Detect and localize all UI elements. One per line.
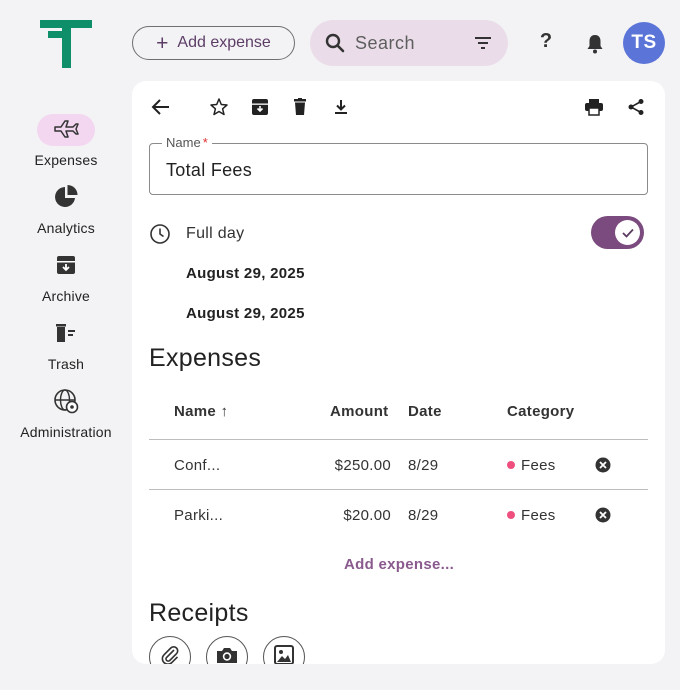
check-icon [615,220,640,245]
column-header-date[interactable]: Date [408,403,442,420]
archive-icon[interactable] [248,95,272,119]
expense-amount: $20.00 [343,507,391,524]
expense-detail-card: Name* Full day August 29, 2025 August 29… [132,81,665,664]
expense-category: Fees [507,507,556,524]
clock-icon [149,223,171,245]
back-arrow-icon[interactable] [149,95,173,119]
sidebar-item-trash[interactable]: Trash [0,318,132,372]
expense-name: Parki... [174,507,224,524]
search-icon [324,32,346,54]
column-header-category[interactable]: Category [507,403,574,420]
search-bar[interactable] [310,20,508,66]
category-color-dot [507,461,515,470]
take-photo-button[interactable] [206,636,248,664]
sort-arrow-up-icon: ↑ [220,403,229,420]
expense-category: Fees [507,457,556,474]
notifications-bell-icon[interactable] [583,32,607,56]
required-mark: * [202,135,208,150]
remove-expense-icon[interactable] [595,457,611,473]
sidebar-item-label: Archive [41,288,91,304]
category-color-dot [507,511,515,520]
sidebar-item-administration[interactable]: Administration [0,386,132,440]
expense-date: 8/29 [408,457,439,474]
upload-image-button[interactable] [263,636,305,664]
name-input[interactable] [166,160,626,181]
star-icon[interactable] [207,95,231,119]
camera-icon [215,644,239,665]
archive-icon [55,254,77,279]
attach-file-button[interactable] [149,636,191,664]
print-icon[interactable] [582,95,606,119]
sidebar-item-label: Administration [20,424,112,440]
expense-amount: $250.00 [334,457,391,474]
add-expense-button[interactable]: + Add expense [132,26,295,60]
column-header-amount[interactable]: Amount [330,403,388,420]
sidebar-item-label: Expenses [34,152,98,168]
filter-icon[interactable] [472,32,494,54]
airplane-icon [53,118,79,143]
sidebar-item-label: Analytics [37,220,95,236]
search-input[interactable] [355,32,465,54]
table-row[interactable]: Parki... $20.00 8/29 Fees [149,490,648,540]
sidebar-item-expenses[interactable]: Expenses [0,114,132,168]
trash-list-icon [54,322,78,347]
user-avatar[interactable]: TS [623,22,665,64]
name-field[interactable]: Name * [149,135,648,195]
table-row[interactable]: Conf... $250.00 8/29 Fees [149,440,648,490]
full-day-label: Full day [186,225,245,242]
expense-name: Conf... [174,457,221,474]
add-expense-link[interactable]: Add expense... [344,556,454,573]
full-day-toggle[interactable] [591,216,644,249]
column-header-name[interactable]: Name ↑ [174,403,228,420]
expenses-section-title: Expenses [149,344,262,372]
expense-date: 8/29 [408,507,439,524]
share-icon[interactable] [624,95,648,119]
end-date[interactable]: August 29, 2025 [186,305,305,322]
app-logo [38,18,94,70]
paperclip-icon [159,644,181,664]
image-icon [273,644,295,664]
help-button[interactable]: ? [534,30,558,58]
plus-icon: + [156,31,169,55]
sidebar-item-label: Trash [47,356,85,372]
sidebar-item-analytics[interactable]: Analytics [0,182,132,236]
add-expense-label: Add expense [177,34,271,51]
start-date[interactable]: August 29, 2025 [186,265,305,282]
sidebar-item-archive[interactable]: Archive [0,250,132,304]
receipts-section-title: Receipts [149,599,249,627]
remove-expense-icon[interactable] [595,507,611,523]
name-field-label: Name * [162,135,212,150]
globe-gear-icon [52,387,80,418]
trash-icon[interactable] [288,95,312,119]
download-icon[interactable] [329,95,353,119]
pie-chart-icon [53,184,79,213]
